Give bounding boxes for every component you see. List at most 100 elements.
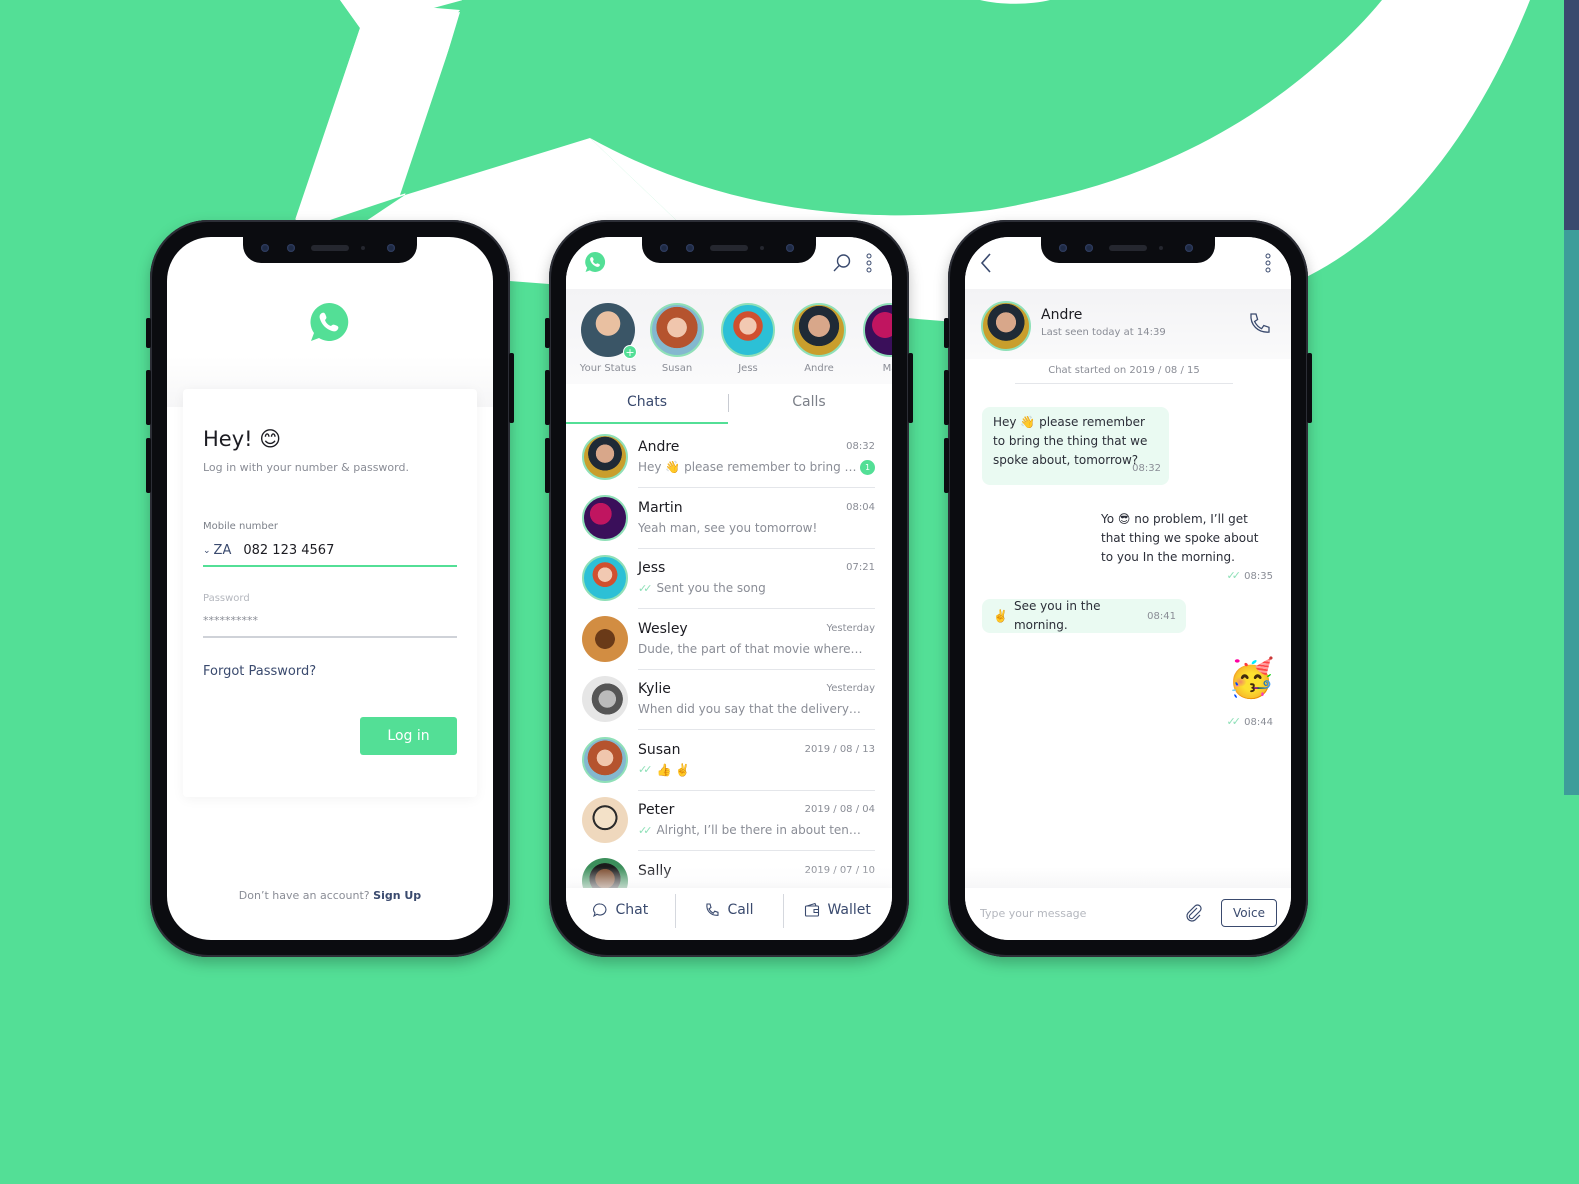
tab-calls[interactable]: Calls [728, 384, 890, 424]
login-button[interactable]: Log in [360, 717, 457, 755]
chat-preview-text: When did you say that the delivery… [638, 702, 861, 716]
phone-mute-switch [146, 318, 151, 348]
nav-wallet[interactable]: Wallet [783, 888, 892, 940]
chat-time: 07:21 [846, 562, 875, 573]
chats-screen: + Your Status Susan Jess Andre Ma C [566, 237, 892, 940]
message-meta: ✓✓ 08:44 [1227, 715, 1273, 728]
story-your-status[interactable]: + Your Status [578, 303, 638, 374]
mobile-field[interactable]: ⌄ ZA 082 123 4567 [203, 543, 334, 558]
chat-name: Martin [638, 499, 683, 516]
edge-strip-navy [1564, 0, 1579, 230]
tab-chats[interactable]: Chats [566, 384, 728, 424]
mobile-input[interactable]: 082 123 4567 [243, 543, 334, 558]
chat-name: Kylie [638, 681, 671, 697]
chat-list-item[interactable]: Kylie Yesterday When did you say that the … [566, 669, 892, 730]
chevron-down-icon: ⌄ [203, 545, 211, 556]
read-ticks-icon: ✓✓ [638, 823, 653, 837]
chat-preview-text: Alright, I’ll be there in about ten… [656, 823, 861, 837]
phone-volume-down [146, 438, 151, 493]
call-icon[interactable] [1247, 311, 1273, 337]
read-ticks-icon: ✓✓ [1226, 715, 1242, 728]
message-input[interactable] [980, 900, 1170, 926]
back-arrow-icon[interactable] [979, 252, 993, 274]
password-underline [203, 636, 457, 638]
message-outgoing: Yo 😎 no problem, I’ll get that thing we … [1101, 510, 1273, 586]
password-label: Password [203, 593, 250, 604]
chat-list-item[interactable]: Susan 2019 / 08 / 13 ✓✓ 👍 ✌️ [566, 730, 892, 791]
message-text: Hey 👋 please remember to bring the thing… [993, 415, 1148, 467]
avatar: + [581, 303, 637, 359]
greeting-title: Hey! 😊 [203, 427, 282, 451]
story-label: Andre [804, 363, 834, 374]
message-incoming: ✌️ See you in the morning. 08:41 [982, 599, 1186, 633]
chat-list-item[interactable]: Martin 08:04 Yeah man, see you tomorrow! [566, 488, 892, 549]
story-partial[interactable]: Ma [860, 303, 892, 374]
forgot-password-link[interactable]: Forgot Password? [203, 664, 316, 679]
chat-preview-text: 👍 ✌️ [656, 762, 691, 777]
party-emoji-message: 🥳 [1227, 656, 1275, 700]
signup-link[interactable]: Sign Up [373, 889, 421, 902]
nav-chat[interactable]: Chat [566, 888, 675, 940]
chat-list-item[interactable]: Jess 07:21 ✓✓ Sent you the song [566, 548, 892, 609]
contact-avatar[interactable] [981, 301, 1031, 351]
phone-volume-up [944, 370, 949, 425]
more-options-icon[interactable] [1265, 253, 1271, 273]
story-jess[interactable]: Jess [718, 303, 778, 374]
phone-volume-up [545, 370, 550, 425]
add-status-icon[interactable]: + [623, 345, 637, 359]
chat-list-item[interactable]: Andre 08:32 Hey 👋 please remember to bring… [566, 427, 892, 488]
chat-preview: ✓✓ Alright, I’ll be there in about ten… [638, 823, 861, 837]
contact-name: Andre [1041, 307, 1083, 323]
phone-conversation: Andre Last seen today at 14:39 Chat star… [944, 220, 1312, 957]
chat-time: Yesterday [826, 683, 875, 694]
whatsapp-logo-icon [585, 252, 606, 272]
country-code-select[interactable]: ⌄ ZA [203, 543, 231, 558]
notch [243, 237, 417, 263]
phone-volume-down [545, 438, 550, 493]
message-time: 08:41 [1147, 610, 1176, 622]
chat-time: Yesterday [826, 622, 875, 634]
story-susan[interactable]: Susan [647, 303, 707, 374]
unread-badge: 1 [860, 460, 875, 475]
nav-call[interactable]: Call [674, 888, 784, 940]
phone-power-button [509, 353, 514, 423]
chat-name: Peter [638, 802, 675, 818]
login-card: Hey! 😊 Log in with your number & passwor… [183, 389, 477, 797]
conversation-fade [965, 867, 1291, 889]
chat-preview: Dude, the part of that movie where… [638, 642, 863, 656]
more-options-icon[interactable] [866, 253, 872, 273]
voice-button[interactable]: Voice [1221, 899, 1277, 927]
phone-volume-up [146, 370, 151, 425]
phone-chats: + Your Status Susan Jess Andre Ma C [545, 220, 913, 957]
search-icon[interactable] [832, 253, 852, 273]
phone-mute-switch [944, 318, 949, 348]
story-andre[interactable]: Andre [789, 303, 849, 374]
message-time: 08:32 [1132, 463, 1161, 474]
avatar [721, 303, 775, 357]
avatar [582, 615, 628, 662]
avatar [582, 555, 628, 601]
phone-power-button [908, 353, 913, 423]
status-stories: + Your Status Susan Jess Andre Ma [566, 289, 892, 384]
chat-preview-text: Dude, the part of that movie where… [638, 641, 863, 656]
password-input[interactable]: ********** [203, 614, 258, 627]
phone-login: Hey! 😊 Log in with your number & passwor… [146, 220, 514, 957]
signup-prompt: Don’t have an account? [238, 889, 370, 902]
chat-time: 2019 / 08 / 13 [804, 743, 875, 755]
chat-time: 08:32 [846, 441, 875, 452]
signup-row: Don’t have an account? Sign Up [167, 889, 493, 902]
wallet-icon [805, 902, 820, 917]
chat-preview-text: Sent you the song [656, 581, 766, 595]
avatar [650, 303, 704, 357]
message-meta: ✓✓ 08:35 [1101, 566, 1273, 586]
chat-list-item[interactable]: Peter 2019 / 08 / 04 ✓✓ Alright, I’ll be th… [566, 790, 892, 851]
nav-label: Chat [615, 902, 649, 918]
chat-tabs: Chats Calls [566, 384, 892, 424]
last-seen: Last seen today at 14:39 [1041, 327, 1166, 338]
notch [642, 237, 816, 263]
mobile-underline [203, 565, 457, 567]
chat-name: Andre [638, 439, 680, 455]
chat-list-item[interactable]: Wesley Yesterday Dude, the part of that mo… [566, 609, 892, 670]
country-code-value: ZA [213, 543, 232, 558]
paperclip-icon[interactable] [1185, 904, 1203, 922]
